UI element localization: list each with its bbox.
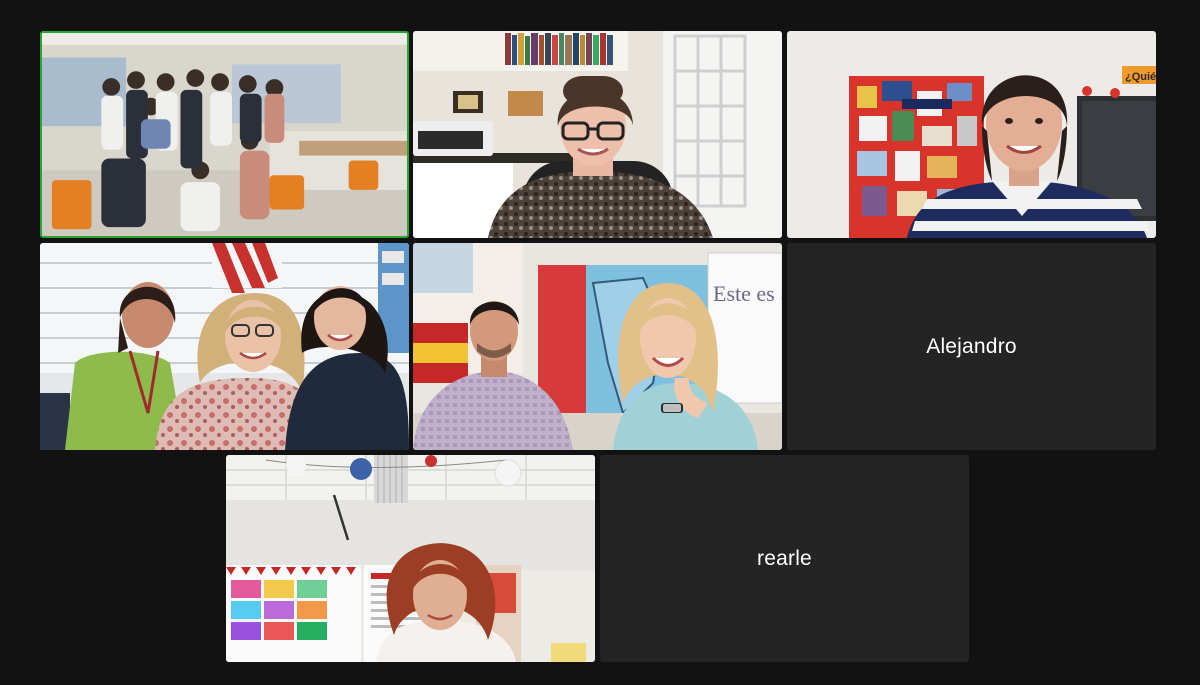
participant-video-tile-classroom-flag[interactable]: Este es Se... bbox=[413, 243, 782, 450]
participant-video-feed bbox=[226, 455, 595, 662]
participant-video-tile-three-women[interactable] bbox=[40, 243, 409, 450]
participant-name: rearle bbox=[757, 546, 812, 570]
participant-video-tile-group[interactable] bbox=[40, 31, 409, 238]
participant-tile-rearle[interactable]: rearle bbox=[600, 455, 969, 662]
participant-video-tile-auburn-hair[interactable] bbox=[226, 455, 595, 662]
participant-video-tile-striped-sweater[interactable]: ¿Quién bbox=[787, 31, 1156, 238]
zoom-gallery-view: ¿Quién bbox=[0, 0, 1200, 685]
participant-name: Alejandro bbox=[926, 334, 1017, 358]
participant-video-feed bbox=[40, 243, 409, 450]
whiteboard-text: Este es Se... bbox=[713, 281, 782, 306]
participant-video-feed: Este es Se... bbox=[413, 243, 782, 450]
wall-sign-text: ¿Quién bbox=[1125, 71, 1156, 83]
participant-tile-alejandro[interactable]: Alejandro bbox=[787, 243, 1156, 450]
participant-video-feed: ¿Quién bbox=[787, 31, 1156, 238]
participant-video-tile-home-office[interactable] bbox=[413, 31, 782, 238]
participant-video-feed bbox=[42, 33, 407, 236]
participant-video-feed bbox=[413, 31, 782, 238]
